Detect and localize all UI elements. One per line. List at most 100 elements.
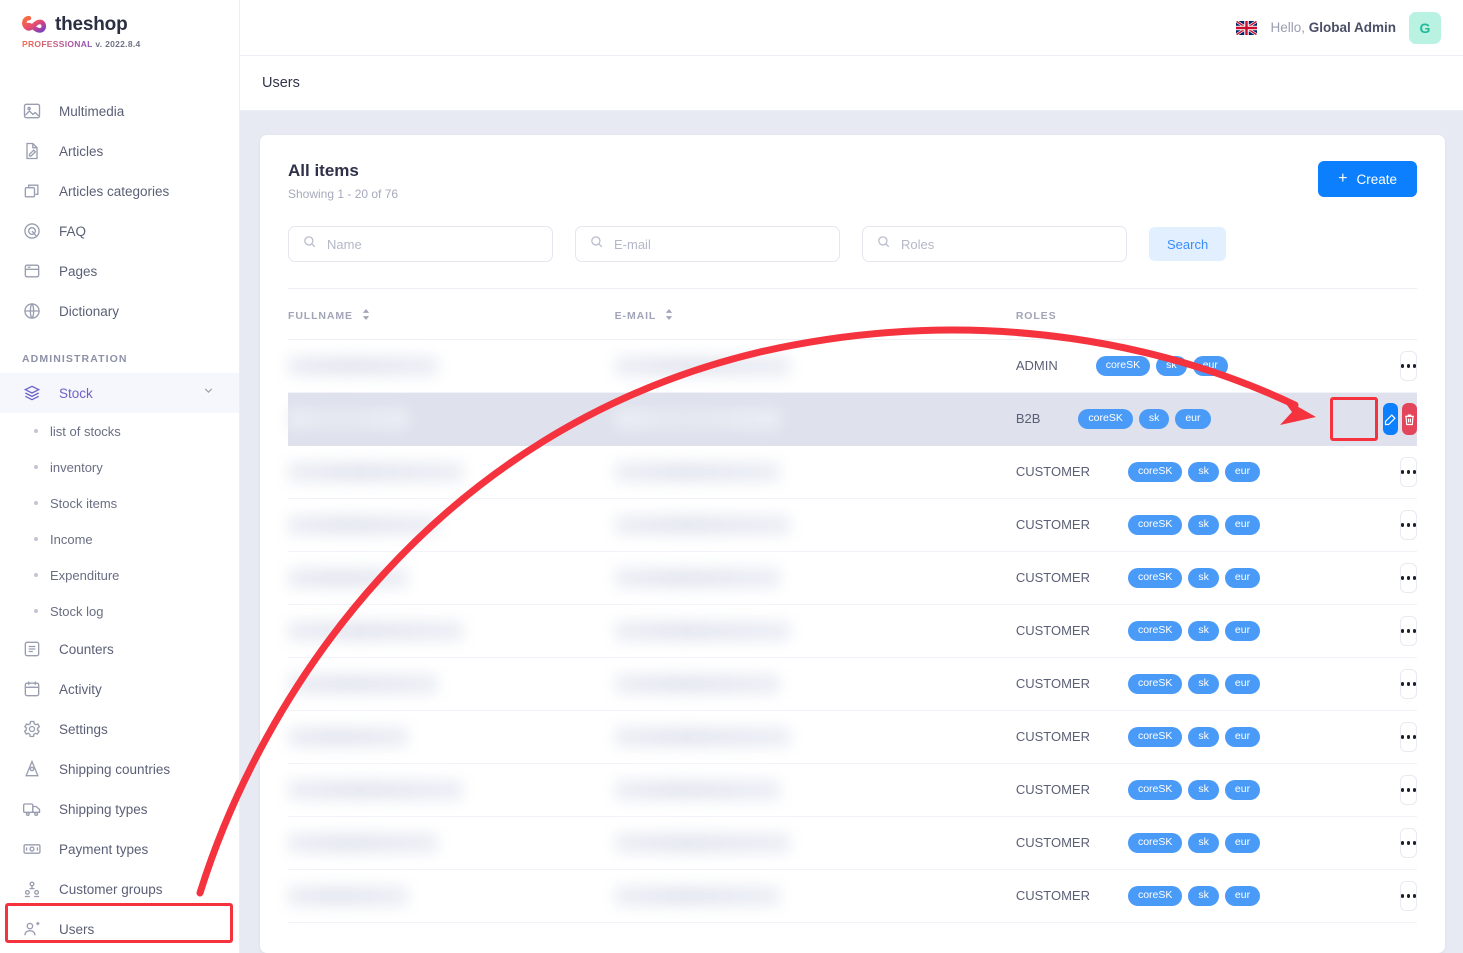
uk-flag-icon[interactable] — [1236, 20, 1258, 35]
role-label: CUSTOMER — [1015, 517, 1090, 533]
layers-icon — [22, 181, 42, 201]
table-row[interactable]: CUSTOMER coreSK sk eur — [288, 869, 1417, 923]
sidebar-item-dictionary[interactable]: Dictionary — [0, 291, 239, 331]
badge-group: coreSK sk eur — [1127, 727, 1261, 747]
cell-email — [614, 869, 1016, 923]
row-menu-button[interactable] — [1399, 881, 1417, 911]
role-badge: eur — [1224, 515, 1261, 535]
sidebar-item-faq[interactable]: FAQ — [0, 211, 239, 251]
sidebar-item-payment-types[interactable]: Payment types — [0, 829, 239, 869]
sidebar-item-label: Payment types — [59, 841, 149, 857]
search-button[interactable]: Search — [1149, 227, 1227, 261]
sidebar-subitem-stock-log[interactable]: Stock log — [0, 593, 239, 629]
role-badge: coreSK — [1127, 674, 1183, 694]
sidebar-item-label: Customer groups — [59, 881, 163, 897]
sidebar-item-shipping-countries[interactable]: Shipping countries — [0, 749, 239, 789]
avatar[interactable]: G — [1409, 11, 1441, 44]
redacted-email — [614, 462, 780, 482]
cell-fullname — [288, 392, 615, 446]
cell-email — [614, 763, 1016, 817]
sidebar-item-shipping-types[interactable]: Shipping types — [0, 789, 239, 829]
role-badge: coreSK — [1127, 833, 1183, 853]
cell-roles: CUSTOMER coreSK sk eur — [1015, 763, 1417, 817]
sidebar-item-pages[interactable]: Pages — [0, 251, 239, 291]
sidebar-subitem-inventory[interactable]: inventory — [0, 449, 239, 485]
role-badge: sk — [1188, 780, 1219, 800]
table-row[interactable]: CUSTOMER coreSK sk eur — [288, 763, 1417, 817]
sidebar-item-stock[interactable]: Stock — [0, 373, 239, 413]
sidebar-item-counters[interactable]: Counters — [0, 629, 239, 669]
table-row[interactable]: CUSTOMER coreSK sk eur — [288, 604, 1417, 658]
column-header-fullname[interactable]: FULLNAME — [288, 289, 615, 340]
row-menu-button[interactable] — [1399, 828, 1417, 858]
cell-roles: B2B coreSK sk eur — [1015, 392, 1417, 446]
sidebar-item-articles[interactable]: Articles — [0, 131, 239, 171]
role-badge: eur — [1224, 780, 1261, 800]
redacted-name — [288, 621, 463, 641]
table-row[interactable]: CUSTOMER coreSK sk eur — [288, 816, 1417, 870]
redacted-email — [614, 886, 780, 906]
row-menu-button[interactable] — [1399, 775, 1417, 805]
sidebar-subitem-expenditure[interactable]: Expenditure — [0, 557, 239, 593]
article-pencil-icon — [22, 141, 42, 161]
row-menu-button[interactable] — [1399, 457, 1417, 487]
row-menu-button[interactable] — [1399, 616, 1417, 646]
sidebar-item-label: Users — [59, 921, 95, 937]
sidebar-subitem-label: Income — [50, 531, 93, 547]
stack-icon — [22, 383, 42, 403]
brand-name: theshop — [55, 14, 128, 35]
role-label: CUSTOMER — [1015, 464, 1090, 480]
role-badge: coreSK — [1127, 727, 1183, 747]
sidebar-item-activity[interactable]: Activity — [0, 669, 239, 709]
sidebar-item-label: FAQ — [59, 223, 87, 239]
role-badge: coreSK — [1127, 515, 1183, 535]
table-row[interactable]: B2B coreSK sk eur — [288, 392, 1417, 446]
role-badge: eur — [1175, 409, 1211, 429]
brand-logo[interactable]: theshop PROFESSIONAL v. 2022.8.4 — [0, 0, 239, 49]
row-menu-button[interactable] — [1399, 351, 1417, 381]
row-menu-button[interactable] — [1399, 669, 1417, 699]
table-row[interactable]: ADMIN coreSK sk eur — [288, 339, 1417, 393]
email-search-input[interactable] — [575, 226, 840, 262]
sidebar-item-settings[interactable]: Settings — [0, 709, 239, 749]
table-row[interactable]: CUSTOMER coreSK sk eur — [288, 498, 1417, 552]
row-menu-button[interactable] — [1399, 722, 1417, 752]
page-header: Users — [240, 56, 1463, 111]
role-badge: sk — [1188, 833, 1219, 853]
role-label: CUSTOMER — [1015, 835, 1090, 851]
row-menu-button[interactable] — [1399, 563, 1417, 593]
column-header-email[interactable]: E-MAIL — [614, 289, 1016, 340]
role-badge: eur — [1224, 886, 1261, 906]
sidebar-subitem-income[interactable]: Income — [0, 521, 239, 557]
role-label: B2B — [1015, 411, 1041, 427]
roles-filter — [862, 226, 1127, 262]
name-search-input[interactable] — [288, 226, 553, 262]
role-label: CUSTOMER — [1015, 888, 1090, 904]
table-row[interactable]: CUSTOMER coreSK sk eur — [288, 551, 1417, 605]
table-row[interactable]: CUSTOMER coreSK sk eur — [288, 657, 1417, 711]
row-edit-button[interactable] — [1383, 403, 1398, 435]
sort-icon[interactable] — [362, 309, 370, 323]
create-button[interactable]: + Create — [1318, 161, 1417, 197]
cell-email — [614, 339, 1016, 393]
sidebar-item-articles-categories[interactable]: Articles categories — [0, 171, 239, 211]
sidebar-subitem-stock-items[interactable]: Stock items — [0, 485, 239, 521]
sidebar-item-users[interactable]: Users — [0, 909, 239, 949]
cell-roles: CUSTOMER coreSK sk eur — [1015, 551, 1417, 605]
cell-roles: CUSTOMER coreSK sk eur — [1015, 498, 1417, 552]
row-delete-button[interactable] — [1402, 403, 1417, 435]
sidebar-subitem-list-of-stocks[interactable]: list of stocks — [0, 413, 239, 449]
sort-icon[interactable] — [665, 309, 673, 323]
redacted-name — [288, 780, 463, 800]
row-menu-button[interactable] — [1399, 510, 1417, 540]
sidebar-item-multimedia[interactable]: Multimedia — [0, 91, 239, 131]
table-row[interactable]: CUSTOMER coreSK sk eur — [288, 445, 1417, 499]
redacted-email — [614, 356, 790, 376]
sidebar-item-customer-groups[interactable]: Customer groups — [0, 869, 239, 909]
badge-group: coreSK sk eur — [1095, 356, 1228, 376]
redacted-email — [614, 621, 790, 641]
sidebar-nav: Multimedia Articles Articles categories — [0, 91, 239, 949]
chevron-down-icon[interactable] — [202, 384, 215, 402]
table-row[interactable]: CUSTOMER coreSK sk eur — [288, 710, 1417, 764]
roles-search-input[interactable] — [862, 226, 1127, 262]
